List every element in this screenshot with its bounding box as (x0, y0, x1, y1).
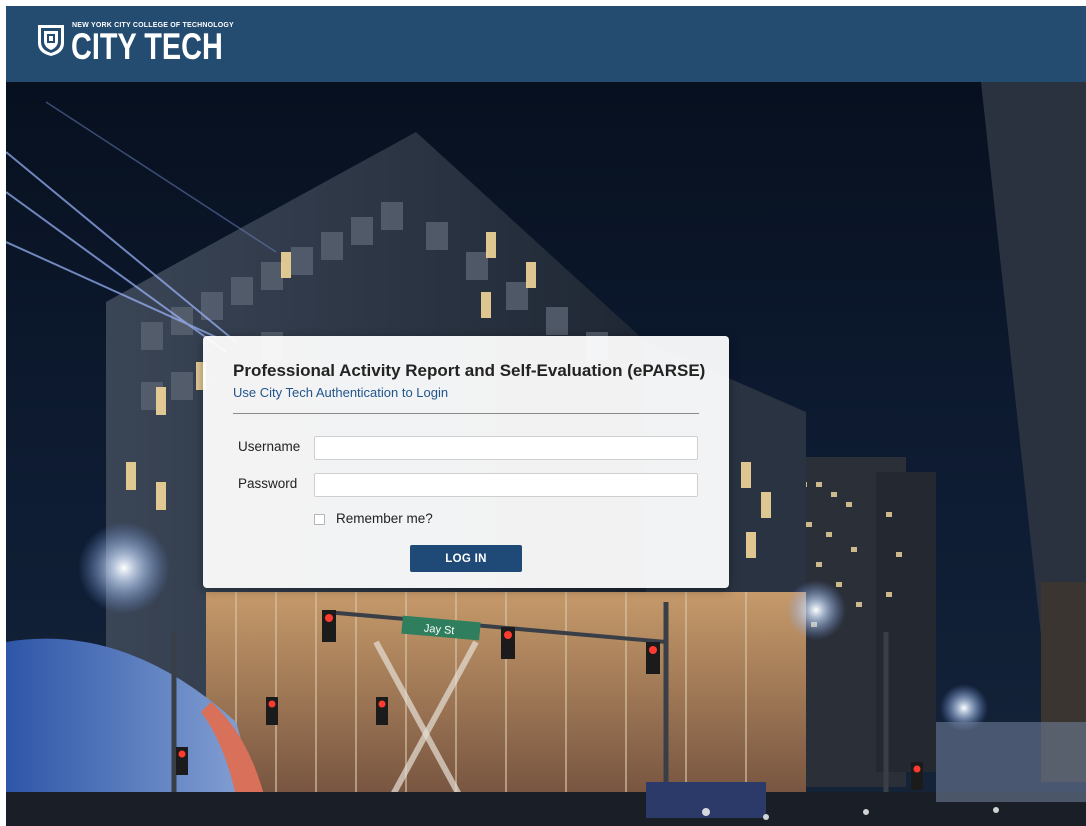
login-panel: Professional Activity Report and Self-Ev… (203, 336, 729, 588)
page-frame: NEW YORK CITY COLLEGE OF TECHNOLOGY CITY… (6, 6, 1086, 826)
password-label: Password (238, 476, 298, 491)
remember-me-checkbox[interactable] (314, 514, 325, 525)
password-input[interactable] (314, 473, 698, 497)
logo-wordmark: CITY TECH (71, 26, 223, 67)
login-subtitle: Use City Tech Authentication to Login (233, 385, 449, 400)
username-input[interactable] (314, 436, 698, 460)
site-header: NEW YORK CITY COLLEGE OF TECHNOLOGY CITY… (6, 6, 1086, 82)
login-button[interactable]: LOG IN (410, 545, 522, 572)
remember-me-label[interactable]: Remember me? (336, 511, 433, 526)
username-label: Username (238, 439, 301, 454)
login-divider (233, 413, 699, 414)
login-title: Professional Activity Report and Self-Ev… (233, 361, 706, 380)
college-seal-icon (38, 25, 64, 56)
